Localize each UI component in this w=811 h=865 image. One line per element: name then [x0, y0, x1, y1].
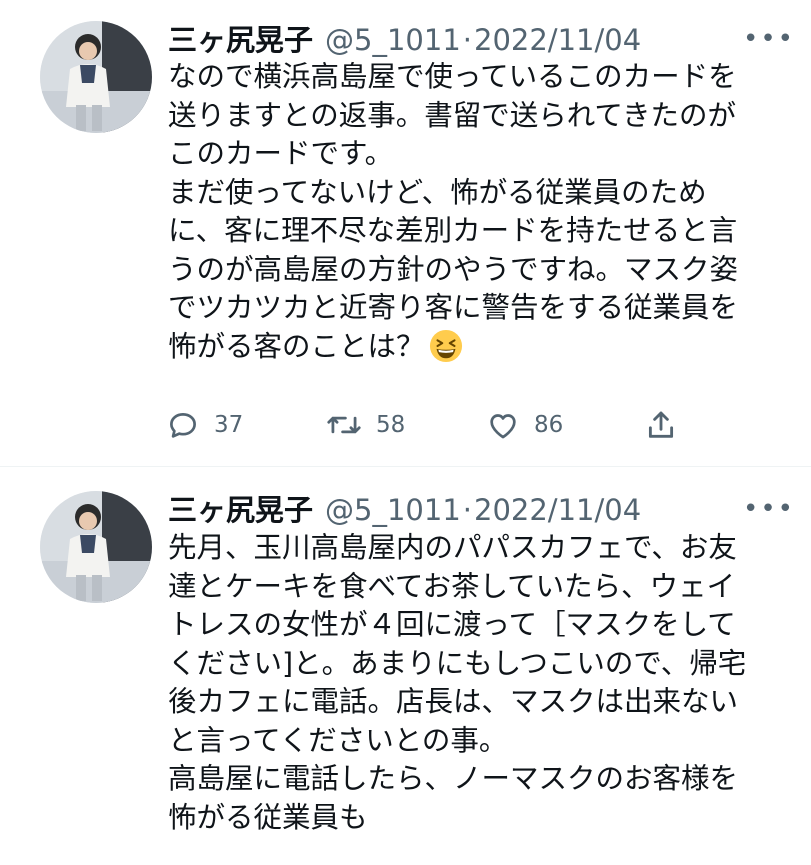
more-icon[interactable]: ••• — [743, 24, 793, 54]
more-icon[interactable]: ••• — [743, 494, 793, 524]
text-line: なので横浜高島屋で使っているこのカードを — [168, 60, 737, 93]
tweet-1[interactable]: 三ヶ尻晃子 @5_1011 · 2022/11/04 ••• なので横浜高島屋で… — [0, 0, 811, 466]
author-handle[interactable]: @5_1011 — [325, 23, 461, 57]
grinning-squinting-face-emoji-icon — [429, 329, 463, 374]
avatar[interactable] — [40, 21, 152, 133]
text-line: 送りますとの返事。書留で送られてきたのが — [168, 98, 737, 132]
header-separator: · — [462, 23, 472, 57]
text-line: うのが高島屋の方針のやうですね。マスク姿 — [168, 252, 739, 286]
tweet-date[interactable]: 2022/11/04 — [474, 493, 641, 527]
text-line: トレスの女性が４回に渡って［マスクをして — [168, 608, 736, 641]
text-line: 高島屋に電話したら、ノーマスクのお客様を — [168, 762, 739, 795]
author-name[interactable]: 三ヶ尻晃子 — [168, 487, 313, 529]
text-line: に、客に理不尽な差別カードを持たせると言 — [168, 214, 738, 247]
retweet-button[interactable]: 58 — [326, 405, 405, 445]
text-line: 達とケーキを食べてお茶していたら、ウェイ — [168, 569, 736, 603]
avatar[interactable] — [40, 491, 152, 603]
text-line: このカードです。 — [168, 137, 394, 170]
text-line: 怖がる客のことは？ — [168, 328, 788, 374]
like-count: 86 — [534, 412, 564, 438]
text-line: 怖がる従業員も — [168, 800, 368, 834]
retweet-count: 58 — [376, 412, 406, 438]
author-handle[interactable]: @5_1011 — [325, 493, 461, 527]
reply-icon — [170, 413, 196, 438]
reply-count: 37 — [214, 412, 244, 438]
share-icon — [648, 411, 674, 438]
tweet-2[interactable]: 三ヶ尻晃子 @5_1011 · 2022/11/04 ••• 先月、玉川高島屋内… — [0, 467, 811, 865]
text-line: まだ使ってないけど、怖がる従業員のため — [168, 175, 707, 209]
tweet-text: 先月、玉川高島屋内のパパスカフェで、お友 達とケーキを食べてお茶していたら、ウェ… — [168, 529, 788, 837]
header-separator: · — [462, 493, 472, 527]
retweet-icon — [327, 416, 361, 434]
text-line: でツカツカと近寄り客に警告をする従業員を — [168, 291, 739, 324]
like-button[interactable]: 86 — [486, 405, 563, 445]
author-name[interactable]: 三ヶ尻晃子 — [168, 17, 313, 59]
text-line: と言ってくださいとの事。 — [168, 723, 508, 757]
reply-button[interactable]: 37 — [166, 405, 243, 445]
avatar-image — [40, 21, 152, 133]
text-line: 後カフェに電話。店長は、マスクは出来ない — [168, 685, 739, 718]
tweet-actions: 37 58 86 — [166, 405, 696, 445]
text-line: 先月、玉川高島屋内のパパスカフェで、お友 — [168, 531, 737, 564]
text-line-content: 怖がる客のことは？ — [168, 329, 425, 363]
text-line: ください]と。あまりにもしつこいので、帰宅 — [168, 646, 747, 680]
tweet-header: 三ヶ尻晃子 @5_1011 · 2022/11/04 — [168, 487, 741, 527]
like-icon — [490, 414, 516, 439]
share-button[interactable] — [644, 405, 692, 445]
tweet-text: なので横浜高島屋で使っているこのカードを 送りますとの返事。書留で送られてきたの… — [168, 58, 788, 373]
tweet-date[interactable]: 2022/11/04 — [474, 23, 641, 57]
avatar-image — [40, 491, 152, 603]
tweet-header: 三ヶ尻晃子 @5_1011 · 2022/11/04 — [168, 17, 741, 57]
